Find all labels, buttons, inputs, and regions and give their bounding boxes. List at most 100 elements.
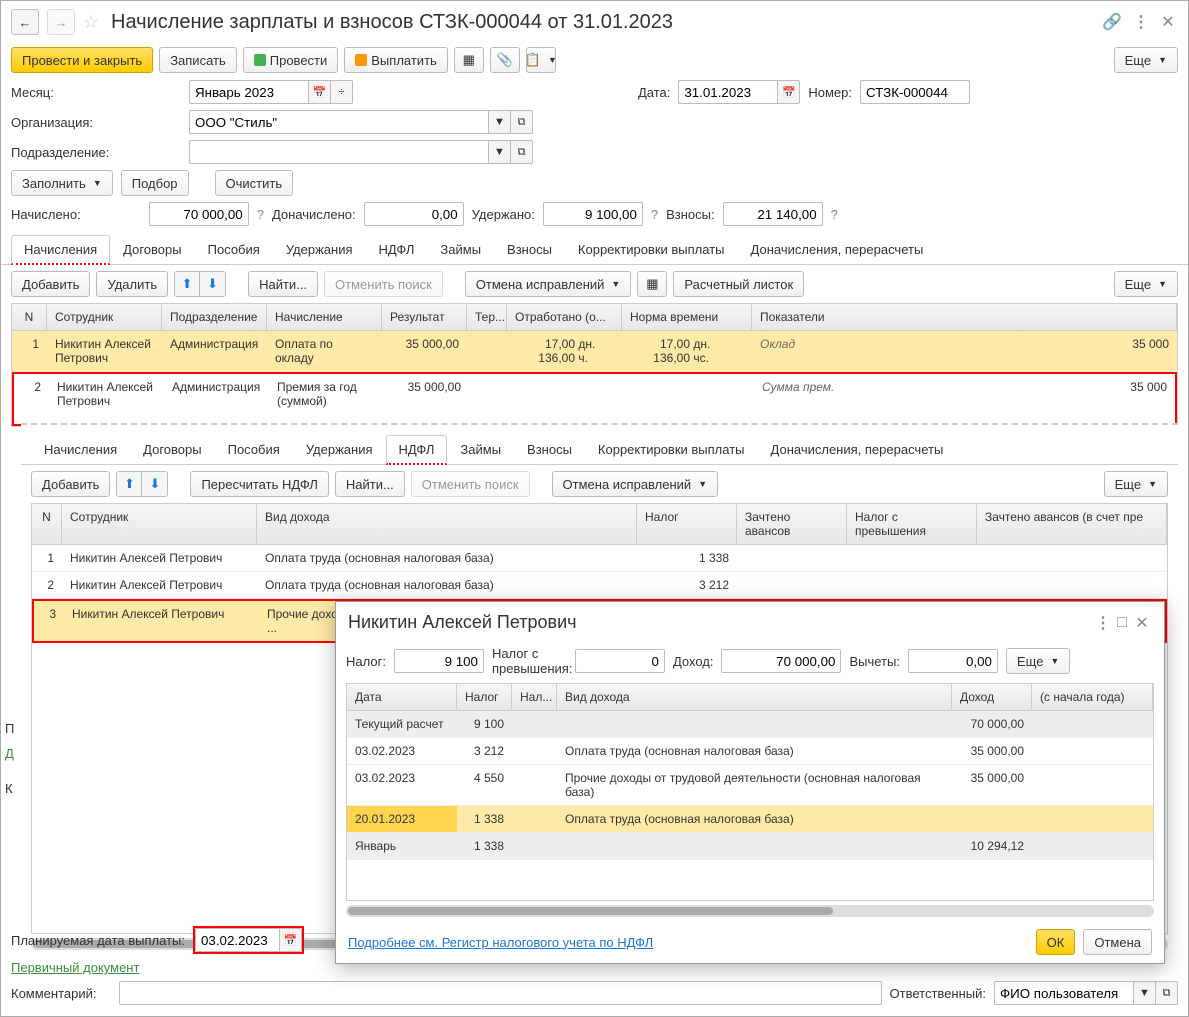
forward-button[interactable]: → <box>47 9 75 35</box>
move-up-button[interactable]: ⬆ <box>116 471 142 497</box>
popup-close-icon[interactable]: ✕ <box>1132 613 1152 633</box>
col-indicators[interactable]: Показатели <box>752 304 1177 330</box>
tab-accruals[interactable]: Начисления <box>31 435 130 464</box>
withheld-input[interactable] <box>543 202 643 226</box>
col-employee[interactable]: Сотрудник <box>62 504 257 544</box>
cancel-search-button[interactable]: Отменить поиск <box>411 471 530 497</box>
table-more-button[interactable]: Еще▼ <box>1104 471 1168 497</box>
month-input[interactable] <box>189 80 309 104</box>
accrued-input[interactable] <box>149 202 249 226</box>
month-stepper-icon[interactable]: ÷ <box>331 80 353 104</box>
more-actions-button[interactable]: 📋▼ <box>526 47 556 73</box>
help-icon[interactable]: ? <box>651 207 658 222</box>
tab-benefits[interactable]: Пособия <box>195 235 273 264</box>
post-close-button[interactable]: Провести и закрыть <box>11 47 153 73</box>
table-row[interactable]: Текущий расчет 9 100 70 000,00 <box>347 711 1153 738</box>
plan-date-calendar-icon[interactable]: 📅 <box>280 928 302 952</box>
tab-corrections[interactable]: Корректировки выплаты <box>565 235 738 264</box>
col-employee[interactable]: Сотрудник <box>47 304 162 330</box>
col-result[interactable]: Результат <box>382 304 467 330</box>
tab-loans[interactable]: Займы <box>427 235 494 264</box>
attach-button[interactable]: 📎 <box>490 47 520 73</box>
tab-deductions[interactable]: Удержания <box>293 435 386 464</box>
print-button[interactable]: ▦ <box>454 47 484 73</box>
cancel-button[interactable]: Отмена <box>1083 929 1152 955</box>
cancel-corrections-button[interactable]: Отмена исправлений▼ <box>552 471 719 497</box>
col-over[interactable]: Налог с превышения <box>847 504 977 544</box>
org-input[interactable] <box>189 110 489 134</box>
delete-button[interactable]: Удалить <box>96 271 168 297</box>
table-row[interactable]: 03.02.2023 3 212 Оплата труда (основная … <box>347 738 1153 765</box>
table-row[interactable]: 20.01.2023 1 338 Оплата труда (основная … <box>347 806 1153 833</box>
add-button[interactable]: Добавить <box>11 271 90 297</box>
popup-tax-input[interactable] <box>394 649 484 673</box>
favorite-icon[interactable]: ☆ <box>83 12 103 32</box>
col-advance2[interactable]: Зачтено авансов (в счет пре <box>977 504 1167 544</box>
number-input[interactable] <box>860 80 970 104</box>
popup-maximize-icon[interactable]: □ <box>1112 613 1132 633</box>
comment-input[interactable] <box>119 981 882 1005</box>
col-income[interactable]: Доход <box>952 684 1032 710</box>
tab-deductions[interactable]: Удержания <box>273 235 366 264</box>
date-calendar-icon[interactable]: 📅 <box>778 80 800 104</box>
table-more-button[interactable]: Еще▼ <box>1114 271 1178 297</box>
move-down-button[interactable]: ⬇ <box>200 271 226 297</box>
payslip-button[interactable]: Расчетный листок <box>673 271 804 297</box>
col-tax[interactable]: Налог <box>457 684 512 710</box>
tab-contracts[interactable]: Договоры <box>110 235 194 264</box>
popup-income-input[interactable] <box>721 649 841 673</box>
save-button[interactable]: Записать <box>159 47 237 73</box>
table-row[interactable]: 1 Никитин Алексей Петрович Администрация… <box>12 331 1177 372</box>
find-button[interactable]: Найти... <box>248 271 318 297</box>
col-norm[interactable]: Норма времени <box>622 304 752 330</box>
back-button[interactable]: ← <box>11 9 39 35</box>
col-accrual[interactable]: Начисление <box>267 304 382 330</box>
close-icon[interactable]: ✕ <box>1158 12 1178 32</box>
col-n[interactable]: N <box>12 304 47 330</box>
tab-contributions[interactable]: Взносы <box>494 235 565 264</box>
org-open-icon[interactable]: ⧉ <box>511 110 533 134</box>
col-tax[interactable]: Налог <box>637 504 737 544</box>
col-worked[interactable]: Отработано (о... <box>507 304 622 330</box>
contrib-input[interactable] <box>723 202 823 226</box>
responsible-dropdown-icon[interactable]: ▼ <box>1134 981 1156 1005</box>
post-button[interactable]: Провести <box>243 47 339 73</box>
find-button[interactable]: Найти... <box>335 471 405 497</box>
col-ytd[interactable]: (с начала года) <box>1032 684 1153 710</box>
dept-input[interactable] <box>189 140 489 164</box>
ndfl-register-link[interactable]: Подробнее см. Регистр налогового учета п… <box>348 935 653 950</box>
table-row[interactable]: 1 Никитин Алексей Петрович Оплата труда … <box>32 545 1167 572</box>
tab-benefits[interactable]: Пособия <box>215 435 293 464</box>
dept-open-icon[interactable]: ⧉ <box>511 140 533 164</box>
table-row[interactable]: Январь 1 338 10 294,12 <box>347 833 1153 860</box>
col-inc[interactable]: Вид дохода <box>557 684 952 710</box>
col-n[interactable]: N <box>32 504 62 544</box>
ok-button[interactable]: ОК <box>1036 929 1076 955</box>
table-row[interactable]: 03.02.2023 4 550 Прочие доходы от трудов… <box>347 765 1153 806</box>
col-date[interactable]: Дата <box>347 684 457 710</box>
popup-scrollbar[interactable] <box>346 905 1154 917</box>
pay-button[interactable]: Выплатить <box>344 47 448 73</box>
col-advance[interactable]: Зачтено авансов <box>737 504 847 544</box>
col-taxo[interactable]: Нал... <box>512 684 557 710</box>
popup-more-icon[interactable]: ⋮ <box>1092 613 1112 633</box>
table-row[interactable]: 2 Никитин Алексей Петрович Оплата труда … <box>32 572 1167 599</box>
plan-date-input[interactable] <box>195 928 280 952</box>
help-icon[interactable]: ? <box>831 207 838 222</box>
recalc-ndfl-button[interactable]: Пересчитать НДФЛ <box>190 471 328 497</box>
responsible-input[interactable] <box>994 981 1134 1005</box>
month-calendar-icon[interactable]: 📅 <box>309 80 331 104</box>
grid-settings-button[interactable]: ▦ <box>637 271 667 297</box>
move-up-button[interactable]: ⬆ <box>174 271 200 297</box>
col-income-type[interactable]: Вид дохода <box>257 504 637 544</box>
move-down-button[interactable]: ⬇ <box>142 471 168 497</box>
tab-recalc[interactable]: Доначисления, перерасчеты <box>738 235 937 264</box>
col-ter[interactable]: Тер... <box>467 304 507 330</box>
tab-accruals[interactable]: Начисления <box>11 235 110 265</box>
primary-document-link[interactable]: Первичный документ <box>11 960 139 975</box>
table-row[interactable]: 2 Никитин Алексей Петрович Администрация… <box>12 372 1177 426</box>
help-icon[interactable]: ? <box>257 207 264 222</box>
more-button[interactable]: Еще▼ <box>1114 47 1178 73</box>
responsible-open-icon[interactable]: ⧉ <box>1156 981 1178 1005</box>
date-input[interactable] <box>678 80 778 104</box>
